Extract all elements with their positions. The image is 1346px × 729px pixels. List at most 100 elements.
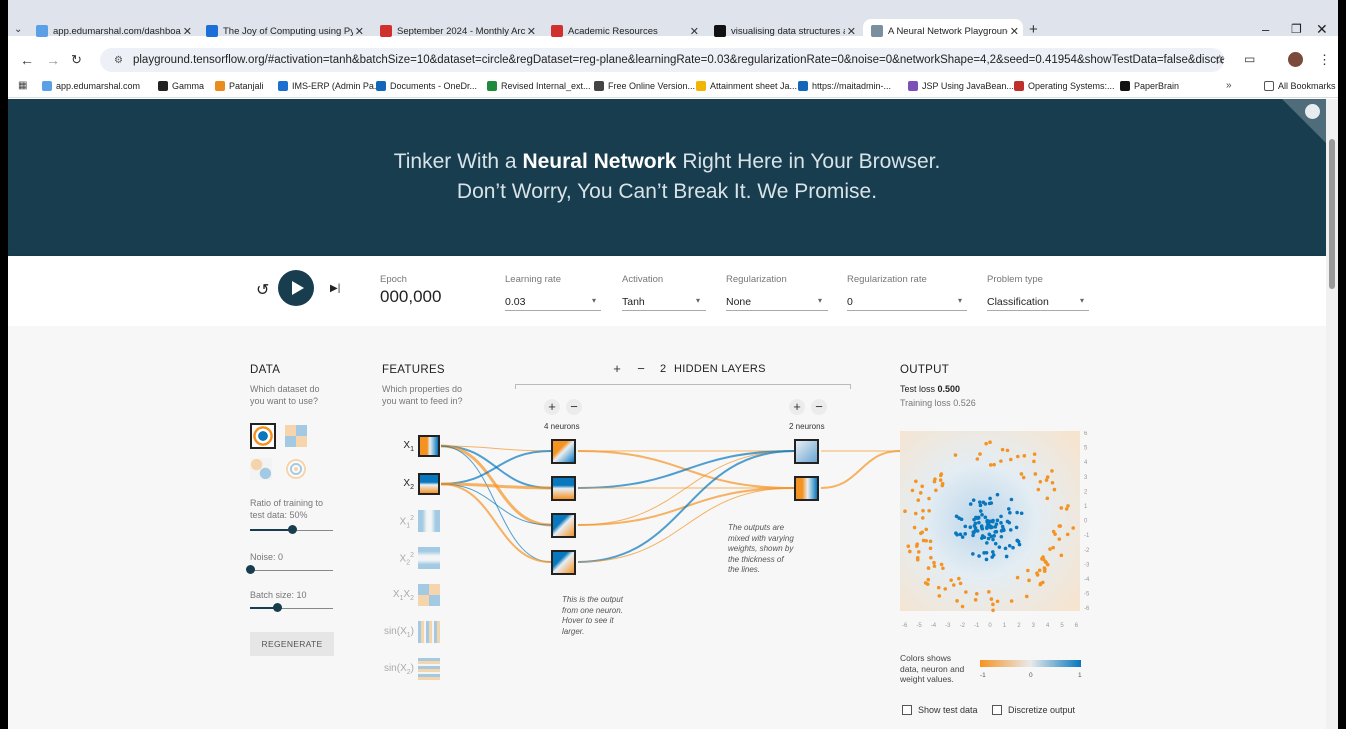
bookmark-item[interactable]: app.edumarshal.com (42, 81, 140, 91)
data-point-orange (988, 440, 992, 445)
browser-tab[interactable]: Academic Resources ✕ (543, 20, 703, 42)
close-tab-icon[interactable]: ✕ (1010, 25, 1019, 38)
data-point-blue (997, 545, 1002, 549)
browser-tab[interactable]: A Neural Network Playground ✕ (863, 19, 1023, 43)
discretize-output-checkbox[interactable] (992, 705, 1002, 715)
bookmark-item[interactable]: Documents - OneDr... (376, 81, 477, 91)
bookmark-item[interactable]: Revised Internal_ext... (487, 81, 591, 91)
restore-button[interactable]: ❐ (1291, 22, 1302, 36)
learning-rate-select[interactable]: 0.03 (505, 296, 525, 308)
back-icon[interactable]: ← (20, 52, 34, 68)
bookmark-item[interactable]: IMS-ERP (Admin Pa... (278, 81, 381, 91)
browser-tab[interactable]: September 2024 - Monthly Arc ✕ (372, 20, 540, 42)
forward-icon[interactable]: → (46, 52, 60, 68)
note-line: The outputs are (728, 523, 785, 532)
chevron-down-icon[interactable]: ▾ (696, 296, 700, 305)
site-info-icon[interactable]: ⚙ (114, 55, 123, 66)
github-corner[interactable] (1282, 99, 1326, 143)
reset-icon[interactable]: ↺ (256, 280, 269, 300)
close-tab-icon[interactable]: ✕ (690, 25, 699, 38)
github-icon[interactable] (1305, 104, 1320, 119)
page-scrollbar[interactable] (1326, 99, 1338, 729)
profile-avatar[interactable] (1288, 52, 1303, 67)
data-point-blue (980, 525, 984, 530)
bookmark-item[interactable]: https://maitadmin-... (798, 81, 891, 91)
data-point-orange (943, 587, 948, 591)
close-tab-icon[interactable]: ✕ (355, 25, 364, 38)
menu-icon[interactable]: ⋮ (1318, 52, 1331, 68)
scrollbar-thumb[interactable] (1329, 139, 1335, 289)
neuron-layer1[interactable] (551, 550, 576, 575)
minimize-button[interactable]: – (1262, 22, 1269, 37)
data-point-blue (988, 496, 992, 501)
data-point-blue (963, 532, 967, 536)
weight-link[interactable] (577, 450, 795, 489)
hero-line1-bold: Neural Network (522, 150, 677, 173)
bookmark-star-icon[interactable]: ☆ (1214, 52, 1226, 68)
regularization-select[interactable]: None (726, 296, 751, 308)
show-test-data-label[interactable]: Show test data (918, 705, 978, 715)
tab-strip: ⌄ app.edumarshal.com/dashboard ✕ The Joy o… (8, 0, 1338, 43)
neuron-layer1[interactable] (551, 476, 576, 501)
weight-link[interactable] (820, 450, 901, 489)
bookmark-item[interactable]: Free Online Version... (594, 81, 695, 91)
url-field[interactable]: ⚙ playground.tensorflow.org/#activation=… (100, 48, 1224, 72)
apps-grid-icon[interactable]: ▦ (18, 80, 27, 91)
bookmark-favicon-icon (376, 81, 386, 91)
bookmark-item[interactable]: Operating Systems:... (1014, 81, 1115, 91)
new-tab-button[interactable]: + (1029, 21, 1038, 38)
browser-tab[interactable]: The Joy of Computing using Py ✕ (198, 20, 368, 42)
browser-tab[interactable]: app.edumarshal.com/dashboard ✕ (28, 20, 196, 42)
weight-link[interactable] (440, 450, 552, 485)
bookmark-label: JSP Using JavaBean... (922, 81, 1014, 91)
reload-icon[interactable]: ↻ (71, 52, 82, 68)
show-test-data-checkbox[interactable] (902, 705, 912, 715)
hero-banner: Tinker With a Neural Network Right Here … (8, 99, 1326, 256)
play-icon (292, 281, 304, 295)
x-tick-label: 4 (1046, 623, 1050, 629)
chevron-down-icon[interactable]: ▾ (818, 296, 822, 305)
neuron-layer1[interactable] (551, 513, 576, 538)
bookmark-item[interactable]: JSP Using JavaBean... (908, 81, 1014, 91)
close-tab-icon[interactable]: ✕ (847, 25, 856, 38)
regularization-underline (726, 310, 828, 311)
problem-type-underline (987, 310, 1089, 311)
activation-select[interactable]: Tanh (622, 296, 645, 308)
bookmark-item[interactable]: Gamma (158, 81, 204, 91)
browser-tab[interactable]: visualising data structures and✕ (706, 20, 860, 42)
data-point-orange (1043, 567, 1047, 571)
chevron-down-icon[interactable]: ▾ (1080, 296, 1084, 305)
data-point-orange (1065, 532, 1070, 537)
regularization-rate-select[interactable]: 0 (847, 296, 853, 308)
close-window-button[interactable]: ✕ (1316, 21, 1328, 38)
output-heatmap[interactable]: -6 -5 -4 -3 -2 -1 0 1 2 3 4 5 6 6 5 4 3 2 1 0 -1 -2 -3 -4 -5 -6 (900, 431, 1100, 631)
extensions-icon[interactable]: ▭ (1244, 52, 1255, 66)
legend-min: -1 (980, 672, 986, 679)
play-button[interactable] (278, 270, 314, 306)
step-icon[interactable]: ▶| (330, 283, 340, 294)
problem-type-select[interactable]: Classification (987, 296, 1049, 308)
data-point-blue (977, 520, 981, 525)
bookmarks-overflow-icon[interactable]: » (1226, 80, 1232, 91)
neuron-layer1[interactable] (551, 439, 576, 464)
bookmark-item[interactable]: Attainment sheet Ja... (696, 81, 797, 91)
discretize-output-label[interactable]: Discretize output (1008, 705, 1075, 715)
hero-line2: Don’t Worry, You Can’t Break It. We Prom… (456, 180, 878, 203)
close-tab-icon[interactable]: ✕ (527, 25, 536, 38)
neuron-layer2[interactable] (794, 476, 819, 501)
close-tab-icon[interactable]: ✕ (183, 25, 192, 38)
neuron-layer2[interactable] (794, 439, 819, 464)
data-point-blue (976, 516, 981, 520)
note-line: mixed with varying (728, 533, 794, 543)
tab-search-button[interactable]: ⌄ (14, 24, 22, 35)
data-point-blue (963, 524, 968, 529)
data-point-orange (1045, 475, 1050, 479)
bookmark-item[interactable]: Patanjali (215, 81, 264, 91)
weight-link[interactable] (440, 483, 552, 526)
all-bookmarks[interactable]: All Bookmarks (1264, 81, 1336, 91)
data-point-orange (915, 557, 920, 562)
chevron-down-icon[interactable]: ▾ (592, 296, 596, 305)
chevron-down-icon[interactable]: ▾ (958, 296, 962, 305)
bookmark-item[interactable]: PaperBrain (1120, 81, 1179, 91)
data-point-orange (1057, 537, 1062, 541)
